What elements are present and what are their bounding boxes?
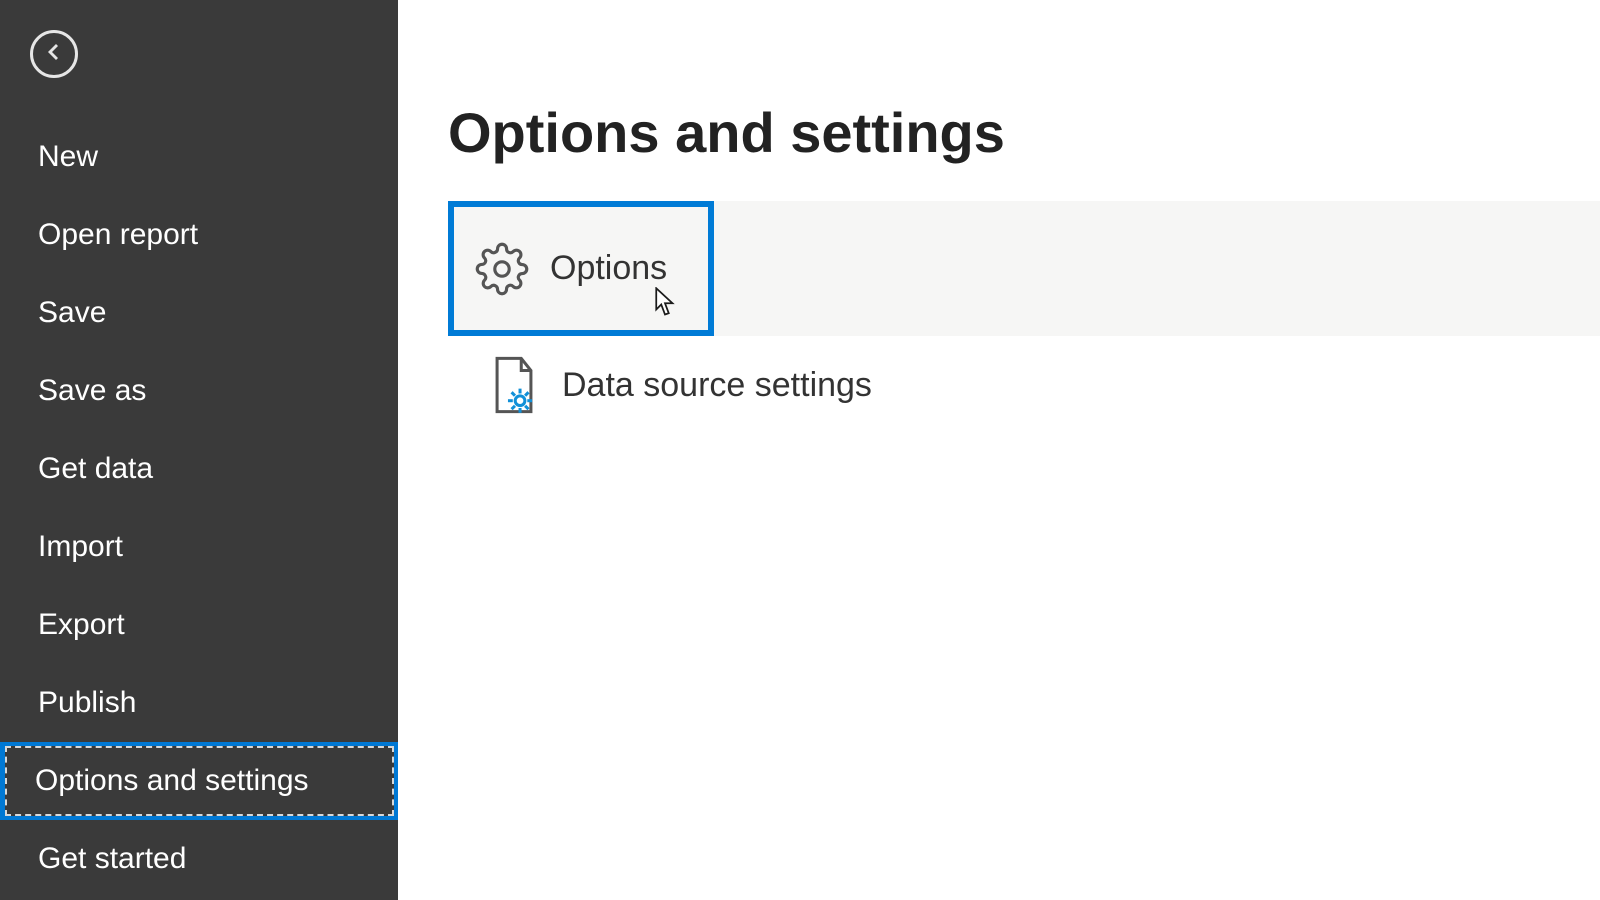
sidebar-item-get-started[interactable]: Get started <box>0 820 398 898</box>
sidebar-item-new[interactable]: New <box>0 118 398 196</box>
sidebar-item-label: Save <box>38 296 106 329</box>
data-source-settings-button[interactable]: Data source settings <box>448 336 1600 414</box>
file-sidebar: New Open report Save Save as Get data Im… <box>0 0 398 900</box>
sidebar-item-label: Export <box>38 608 125 641</box>
back-button[interactable] <box>30 30 78 78</box>
sidebar-item-label: Get started <box>38 842 186 875</box>
sidebar-item-get-data[interactable]: Get data <box>0 430 398 508</box>
sidebar-item-save[interactable]: Save <box>0 274 398 352</box>
options-row: Options <box>448 201 1600 336</box>
app-root: New Open report Save Save as Get data Im… <box>0 0 1600 900</box>
sidebar-item-label: Open report <box>38 218 198 251</box>
sidebar-item-publish[interactable]: Publish <box>0 664 398 742</box>
sidebar-item-import[interactable]: Import <box>0 508 398 586</box>
sidebar-item-label: Publish <box>38 686 136 719</box>
sidebar-item-export[interactable]: Export <box>0 586 398 664</box>
options-row-background <box>714 201 1600 336</box>
sidebar-item-label: Get data <box>38 452 153 485</box>
page-title: Options and settings <box>448 100 1600 165</box>
sidebar-item-label: Save as <box>38 374 146 407</box>
sidebar-item-label: Options and settings <box>35 764 309 797</box>
data-source-settings-label: Data source settings <box>562 366 872 405</box>
sidebar-item-save-as[interactable]: Save as <box>0 352 398 430</box>
sidebar-item-options-and-settings[interactable]: Options and settings <box>0 742 398 820</box>
content-pane: Options and settings Options <box>398 0 1600 900</box>
document-gear-icon <box>484 356 544 414</box>
back-arrow-icon <box>42 40 66 69</box>
sidebar-item-label: New <box>38 140 98 173</box>
sidebar-item-open-report[interactable]: Open report <box>0 196 398 274</box>
cursor-icon <box>654 287 676 322</box>
options-button[interactable]: Options <box>448 201 714 336</box>
sidebar-item-label: Import <box>38 530 123 563</box>
gear-icon <box>472 242 532 296</box>
options-label: Options <box>550 249 667 288</box>
